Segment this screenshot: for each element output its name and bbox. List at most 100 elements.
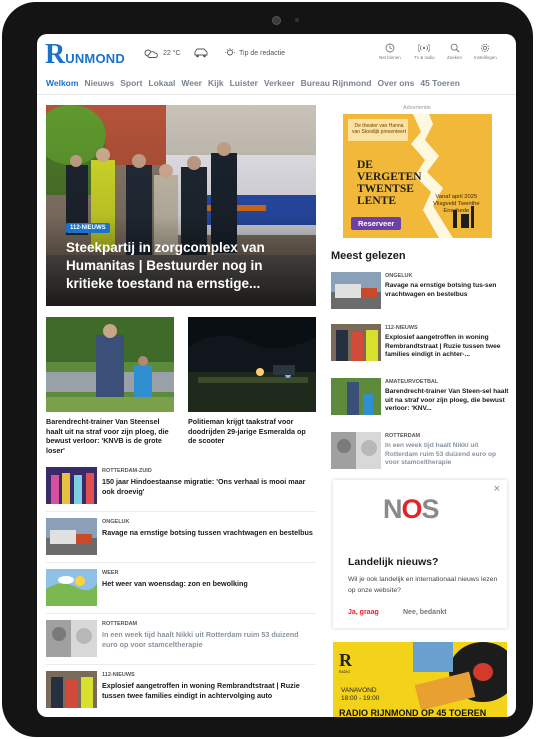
- traffic-link[interactable]: [193, 46, 209, 64]
- list-thumbnail: [331, 272, 381, 309]
- card-title: Politieman krijgt taakstraf voor doodrij…: [188, 417, 306, 445]
- list-title: Barendrecht-trainer Van Steen-sel haalt …: [385, 388, 509, 413]
- radio-banner[interactable]: R RADIO VANAVOND 18:00 - 19:00 RADIO RIJ…: [333, 642, 507, 717]
- search-icon: [450, 43, 459, 53]
- accept-button[interactable]: Ja, graag: [348, 609, 379, 616]
- list-title: In een week tijd haalt Nikki uit Rotterd…: [102, 630, 299, 649]
- list-category: WEER: [102, 570, 119, 576]
- nav-45-toeren[interactable]: 45 Toeren: [420, 78, 460, 88]
- list-title: In een week tijd haalt Nikki uit Rotterd…: [385, 442, 497, 467]
- most-read-item[interactable]: 112-NIEUWS Explosief aangetroffen in won…: [331, 324, 509, 364]
- list-item[interactable]: WEER Het weer van woensdag: zon en bewol…: [46, 569, 316, 609]
- ad-title-line: LENTE: [357, 195, 396, 207]
- nav-divider: [37, 94, 516, 95]
- divider: [46, 613, 316, 614]
- tablet-frame: R UNMOND 22 °C Tip de redactie Net binne…: [2, 2, 533, 737]
- most-read-item[interactable]: AMATEURVOETBAL Barendrecht-trainer Van S…: [331, 378, 509, 418]
- list-item[interactable]: 112-NIEUWS Explosief aangetroffen in won…: [46, 671, 316, 711]
- list-thumbnail: [331, 378, 381, 415]
- weather-widget[interactable]: 22 °C: [143, 48, 181, 59]
- ad-title: DE VERGETEN TWENTSE LENTE: [357, 159, 422, 207]
- instellingen-button[interactable]: Instellingen: [474, 43, 497, 60]
- tv-radio-button[interactable]: Tv & radio: [414, 43, 435, 60]
- nav-lokaal[interactable]: Lokaal: [148, 78, 175, 88]
- list-item[interactable]: ROTTERDAM In een week tijd haalt Nikki u…: [46, 620, 316, 660]
- banner-line: 18:00 - 19:00: [341, 695, 380, 702]
- most-read-item[interactable]: ROTTERDAM In een week tijd haalt Nikki u…: [331, 432, 509, 472]
- article-card[interactable]: Barendrecht-trainer Van Steensel haalt u…: [46, 317, 174, 455]
- most-read-item[interactable]: ONGELUK Ravage na ernstige botsing tus-s…: [331, 272, 509, 312]
- logo-wordmark: UNMOND: [65, 51, 125, 66]
- util-label: Zoeken: [447, 55, 463, 60]
- article-card[interactable]: Politieman krijgt taakstraf voor doodrij…: [188, 317, 316, 446]
- decline-button[interactable]: Nee, bedankt: [403, 609, 447, 616]
- list-title: Ravage na ernstige botsing tussen vracht…: [102, 528, 313, 537]
- hero-category-badge: 112-NIEUWS: [66, 223, 110, 233]
- reserveer-button[interactable]: Reserveer: [351, 217, 402, 230]
- list-category: AMATEURVOETBAL: [385, 379, 439, 385]
- sensor-dot: [295, 18, 299, 22]
- nos-logo-o: O: [401, 494, 423, 524]
- advertisement[interactable]: De theater van Hanna van Stoodijk presen…: [343, 114, 492, 238]
- list-thumbnail: [331, 324, 381, 361]
- divider: [46, 562, 316, 563]
- list-thumbnail: [331, 432, 381, 469]
- banner-time: VANAVOND 18:00 - 19:00: [341, 687, 379, 703]
- card-image: [188, 317, 316, 412]
- nos-logo-n: N: [383, 494, 402, 524]
- banner-title: RADIO RIJNMOND OP 45 TOEREN: [339, 708, 487, 717]
- camera-icon: [272, 16, 281, 25]
- zoeken-button[interactable]: Zoeken: [447, 43, 462, 60]
- nav-kijk[interactable]: Kijk: [208, 78, 224, 88]
- main-nav: Welkom Nieuws Sport Lokaal Weer Kijk Lui…: [46, 78, 466, 88]
- list-thumbnail: [46, 569, 97, 606]
- close-icon[interactable]: ×: [494, 483, 500, 495]
- nav-verkeer[interactable]: Verkeer: [264, 78, 295, 88]
- list-category: ONGELUK: [385, 273, 413, 279]
- list-category: ROTTERDAM-ZUID: [102, 468, 152, 474]
- ad-title-line: DE: [357, 159, 373, 171]
- nav-luister[interactable]: Luister: [230, 78, 258, 88]
- list-item[interactable]: ROTTERDAM-ZUID 150 jaar Hindoestaanse mi…: [46, 467, 316, 507]
- list-category: ONGELUK: [102, 519, 130, 525]
- list-category: 112-NIEUWS: [385, 325, 418, 331]
- list-thumbnail: [46, 518, 97, 555]
- list-category: 112-NIEUWS: [102, 672, 135, 678]
- logo-mark: R: [45, 39, 66, 70]
- nos-heading: Landelijk nieuws?: [348, 556, 439, 568]
- list-thumbnail: [46, 620, 97, 657]
- broadcast-icon: [418, 43, 431, 53]
- net-binnen-button[interactable]: Net binnen: [379, 43, 401, 60]
- list-title: Het weer van woensdag: zon en bewolking: [102, 579, 248, 588]
- list-title: Explosief aangetroffen in woning Rembran…: [102, 681, 300, 700]
- list-thumbnail: [46, 671, 97, 708]
- ad-title-line: TWENTSE: [357, 183, 414, 195]
- ad-date: Vanaf april 2025 Vlisgveld Twenthe Ensch…: [433, 194, 480, 214]
- list-item[interactable]: ONGELUK Ravage na ernstige botsing tusse…: [46, 518, 316, 558]
- banner-artwork: [413, 642, 507, 711]
- nav-weer[interactable]: Weer: [181, 78, 202, 88]
- hero-article[interactable]: 112-NIEUWS Steekpartij in zorgcomplex va…: [46, 105, 316, 306]
- nos-body: Wil je ook landelijk en internationaal n…: [348, 576, 498, 594]
- banner-logo: R: [339, 650, 352, 670]
- ad-label: Advertentie: [403, 105, 431, 111]
- ad-presenter: De theater van Hanna van Stoodijk presen…: [352, 123, 406, 135]
- nos-logo-s: S: [421, 494, 440, 524]
- screen: R UNMOND 22 °C Tip de redactie Net binne…: [37, 34, 516, 717]
- banner-line: VANAVOND: [341, 687, 377, 694]
- nav-over-ons[interactable]: Over ons: [378, 78, 415, 88]
- list-category: ROTTERDAM: [385, 433, 421, 439]
- list-title: 150 jaar Hindoestaanse migratie: 'Ons ve…: [102, 477, 306, 496]
- card-title: Barendrecht-trainer Van Steensel haalt u…: [46, 417, 169, 455]
- nav-sport[interactable]: Sport: [120, 78, 142, 88]
- rijnmond-logo[interactable]: R UNMOND: [45, 39, 125, 70]
- card-image: [46, 317, 174, 412]
- nav-nieuws[interactable]: Nieuws: [84, 78, 114, 88]
- ad-title-line: VERGETEN: [357, 171, 422, 183]
- clock-icon: [385, 43, 395, 53]
- list-title: Ravage na ernstige botsing tus-sen vrach…: [385, 282, 497, 298]
- tip-redactie-link[interactable]: Tip de redactie: [225, 48, 285, 58]
- nav-bureau-rijnmond[interactable]: Bureau Rijnmond: [301, 78, 372, 88]
- nav-welkom[interactable]: Welkom: [46, 78, 78, 88]
- util-label: Net binnen: [379, 55, 401, 60]
